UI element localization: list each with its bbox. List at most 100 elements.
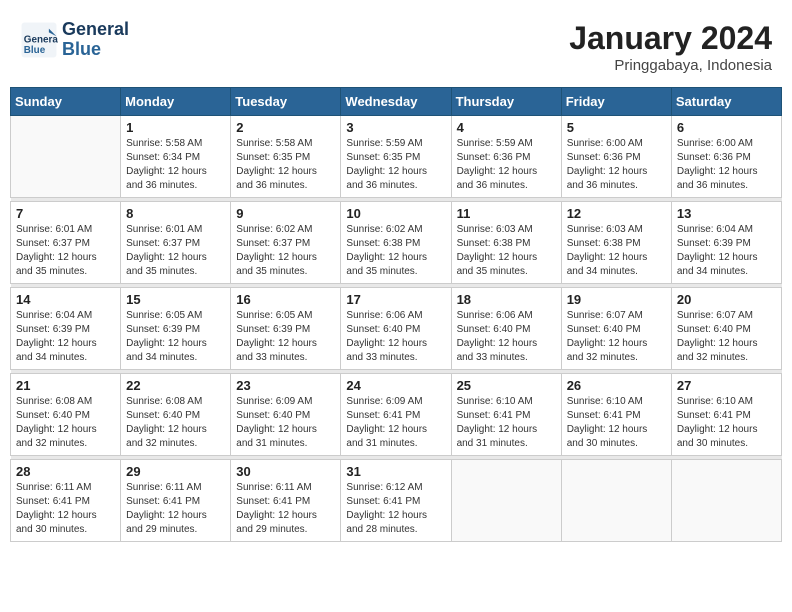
day-number: 28: [16, 464, 115, 479]
calendar-cell: 6Sunrise: 6:00 AMSunset: 6:36 PMDaylight…: [671, 116, 781, 198]
day-number: 25: [457, 378, 556, 393]
weekday-header-saturday: Saturday: [671, 88, 781, 116]
day-info: Sunrise: 6:10 AMSunset: 6:41 PMDaylight:…: [567, 395, 666, 451]
day-info: Sunrise: 6:04 AMSunset: 6:39 PMDaylight:…: [16, 309, 115, 365]
calendar-cell: 1 Sunrise: 5:58 AMSunset: 6:34 PMDaylight…: [121, 116, 231, 198]
day-number: 15: [126, 292, 225, 307]
calendar-cell: 27 Sunrise: 6:10 AMSunset: 6:41 PMDayligh…: [671, 374, 781, 456]
day-info: Sunrise: 6:06 AMSunset: 6:40 PMDaylight:…: [346, 309, 445, 365]
calendar-cell: 12 Sunrise: 6:03 AMSunset: 6:38 PMDayligh…: [561, 202, 671, 284]
calendar-week-row: 14 Sunrise: 6:04 AMSunset: 6:39 PMDayligh…: [11, 288, 782, 370]
day-number: 30: [236, 464, 335, 479]
calendar-week-row: 1 Sunrise: 5:58 AMSunset: 6:34 PMDaylight…: [11, 116, 782, 198]
day-info: Sunrise: 6:03 AMSunset: 6:38 PMDaylight:…: [567, 223, 666, 279]
day-info: Sunrise: 6:00 AMSunset: 6:36 PMDaylight:…: [677, 137, 776, 193]
calendar-cell: 21 Sunrise: 6:08 AMSunset: 6:40 PMDayligh…: [11, 374, 121, 456]
day-info: Sunrise: 5:58 AMSunset: 6:34 PMDaylight:…: [126, 137, 225, 193]
day-info: Sunrise: 6:02 AMSunset: 6:38 PMDaylight:…: [346, 223, 445, 279]
day-info: Sunrise: 6:11 AMSunset: 6:41 PMDaylight:…: [126, 481, 225, 537]
calendar-cell: 20 Sunrise: 6:07 AMSunset: 6:40 PMDayligh…: [671, 288, 781, 370]
day-number: 24: [346, 378, 445, 393]
day-info: Sunrise: 6:05 AMSunset: 6:39 PMDaylight:…: [126, 309, 225, 365]
calendar-cell: [11, 116, 121, 198]
calendar-header-row: SundayMondayTuesdayWednesdayThursdayFrid…: [11, 88, 782, 116]
weekday-header-sunday: Sunday: [11, 88, 121, 116]
calendar-cell: [671, 460, 781, 542]
svg-text:General: General: [24, 34, 58, 45]
day-number: 12: [567, 206, 666, 221]
day-info: Sunrise: 6:04 AMSunset: 6:39 PMDaylight:…: [677, 223, 776, 279]
calendar-week-row: 21 Sunrise: 6:08 AMSunset: 6:40 PMDayligh…: [11, 374, 782, 456]
day-info: Sunrise: 6:07 AMSunset: 6:40 PMDaylight:…: [677, 309, 776, 365]
calendar-cell: 22Sunrise: 6:08 AMSunset: 6:40 PMDayligh…: [121, 374, 231, 456]
calendar-cell: 13Sunrise: 6:04 AMSunset: 6:39 PMDayligh…: [671, 202, 781, 284]
day-number: 31: [346, 464, 445, 479]
weekday-header-thursday: Thursday: [451, 88, 561, 116]
calendar-cell: 18Sunrise: 6:06 AMSunset: 6:40 PMDayligh…: [451, 288, 561, 370]
calendar-table: SundayMondayTuesdayWednesdayThursdayFrid…: [10, 87, 782, 542]
weekday-header-wednesday: Wednesday: [341, 88, 451, 116]
day-number: 23: [236, 378, 335, 393]
logo-text: General Blue: [62, 20, 129, 60]
weekday-header-tuesday: Tuesday: [231, 88, 341, 116]
calendar-cell: 14 Sunrise: 6:04 AMSunset: 6:39 PMDayligh…: [11, 288, 121, 370]
day-info: Sunrise: 6:05 AMSunset: 6:39 PMDaylight:…: [236, 309, 335, 365]
day-info: Sunrise: 6:03 AMSunset: 6:38 PMDaylight:…: [457, 223, 556, 279]
calendar-cell: 3Sunrise: 5:59 AMSunset: 6:35 PMDaylight…: [341, 116, 451, 198]
calendar-cell: 16Sunrise: 6:05 AMSunset: 6:39 PMDayligh…: [231, 288, 341, 370]
calendar-cell: 29 Sunrise: 6:11 AMSunset: 6:41 PMDayligh…: [121, 460, 231, 542]
calendar-cell: 30 Sunrise: 6:11 AMSunset: 6:41 PMDayligh…: [231, 460, 341, 542]
location-subtitle: Pringgabaya, Indonesia: [569, 57, 772, 74]
day-info: Sunrise: 6:01 AMSunset: 6:37 PMDaylight:…: [126, 223, 225, 279]
day-number: 29: [126, 464, 225, 479]
day-number: 18: [457, 292, 556, 307]
day-info: Sunrise: 6:12 AMSunset: 6:41 PMDaylight:…: [346, 481, 445, 537]
logo-icon: General Blue: [20, 21, 58, 59]
day-number: 14: [16, 292, 115, 307]
day-number: 21: [16, 378, 115, 393]
day-info: Sunrise: 6:09 AMSunset: 6:40 PMDaylight:…: [236, 395, 335, 451]
calendar-cell: [451, 460, 561, 542]
day-number: 20: [677, 292, 776, 307]
day-info: Sunrise: 6:11 AMSunset: 6:41 PMDaylight:…: [236, 481, 335, 537]
calendar-week-row: 7 Sunrise: 6:01 AMSunset: 6:37 PMDaylight…: [11, 202, 782, 284]
day-info: Sunrise: 6:02 AMSunset: 6:37 PMDaylight:…: [236, 223, 335, 279]
day-info: Sunrise: 5:58 AMSunset: 6:35 PMDaylight:…: [236, 137, 335, 193]
calendar-cell: 31 Sunrise: 6:12 AMSunset: 6:41 PMDayligh…: [341, 460, 451, 542]
weekday-header-friday: Friday: [561, 88, 671, 116]
day-number: 26: [567, 378, 666, 393]
day-number: 7: [16, 206, 115, 221]
calendar-cell: 9Sunrise: 6:02 AMSunset: 6:37 PMDaylight…: [231, 202, 341, 284]
calendar-cell: 11Sunrise: 6:03 AMSunset: 6:38 PMDayligh…: [451, 202, 561, 284]
calendar-cell: 4Sunrise: 5:59 AMSunset: 6:36 PMDaylight…: [451, 116, 561, 198]
day-info: Sunrise: 5:59 AMSunset: 6:35 PMDaylight:…: [346, 137, 445, 193]
title-block: January 2024 Pringgabaya, Indonesia: [569, 20, 772, 74]
calendar-cell: 28 Sunrise: 6:11 AMSunset: 6:41 PMDayligh…: [11, 460, 121, 542]
calendar-cell: 8 Sunrise: 6:01 AMSunset: 6:37 PMDaylight…: [121, 202, 231, 284]
calendar-cell: 17Sunrise: 6:06 AMSunset: 6:40 PMDayligh…: [341, 288, 451, 370]
day-number: 19: [567, 292, 666, 307]
calendar-cell: [561, 460, 671, 542]
day-info: Sunrise: 6:10 AMSunset: 6:41 PMDaylight:…: [677, 395, 776, 451]
day-number: 1: [126, 120, 225, 135]
day-number: 10: [346, 206, 445, 221]
calendar-cell: 25 Sunrise: 6:10 AMSunset: 6:41 PMDayligh…: [451, 374, 561, 456]
weekday-header-monday: Monday: [121, 88, 231, 116]
day-number: 2: [236, 120, 335, 135]
day-number: 8: [126, 206, 225, 221]
day-info: Sunrise: 6:10 AMSunset: 6:41 PMDaylight:…: [457, 395, 556, 451]
day-info: Sunrise: 6:00 AMSunset: 6:36 PMDaylight:…: [567, 137, 666, 193]
calendar-cell: 23 Sunrise: 6:09 AMSunset: 6:40 PMDayligh…: [231, 374, 341, 456]
svg-text:Blue: Blue: [24, 45, 46, 56]
page-header: General Blue General Blue January 2024 P…: [10, 10, 782, 79]
calendar-cell: 24Sunrise: 6:09 AMSunset: 6:41 PMDayligh…: [341, 374, 451, 456]
month-year-title: January 2024: [569, 20, 772, 57]
calendar-cell: 5 Sunrise: 6:00 AMSunset: 6:36 PMDaylight…: [561, 116, 671, 198]
day-info: Sunrise: 6:08 AMSunset: 6:40 PMDaylight:…: [126, 395, 225, 451]
day-number: 5: [567, 120, 666, 135]
day-info: Sunrise: 6:11 AMSunset: 6:41 PMDaylight:…: [16, 481, 115, 537]
day-info: Sunrise: 6:01 AMSunset: 6:37 PMDaylight:…: [16, 223, 115, 279]
day-info: Sunrise: 6:08 AMSunset: 6:40 PMDaylight:…: [16, 395, 115, 451]
day-number: 27: [677, 378, 776, 393]
logo: General Blue General Blue: [20, 20, 129, 60]
